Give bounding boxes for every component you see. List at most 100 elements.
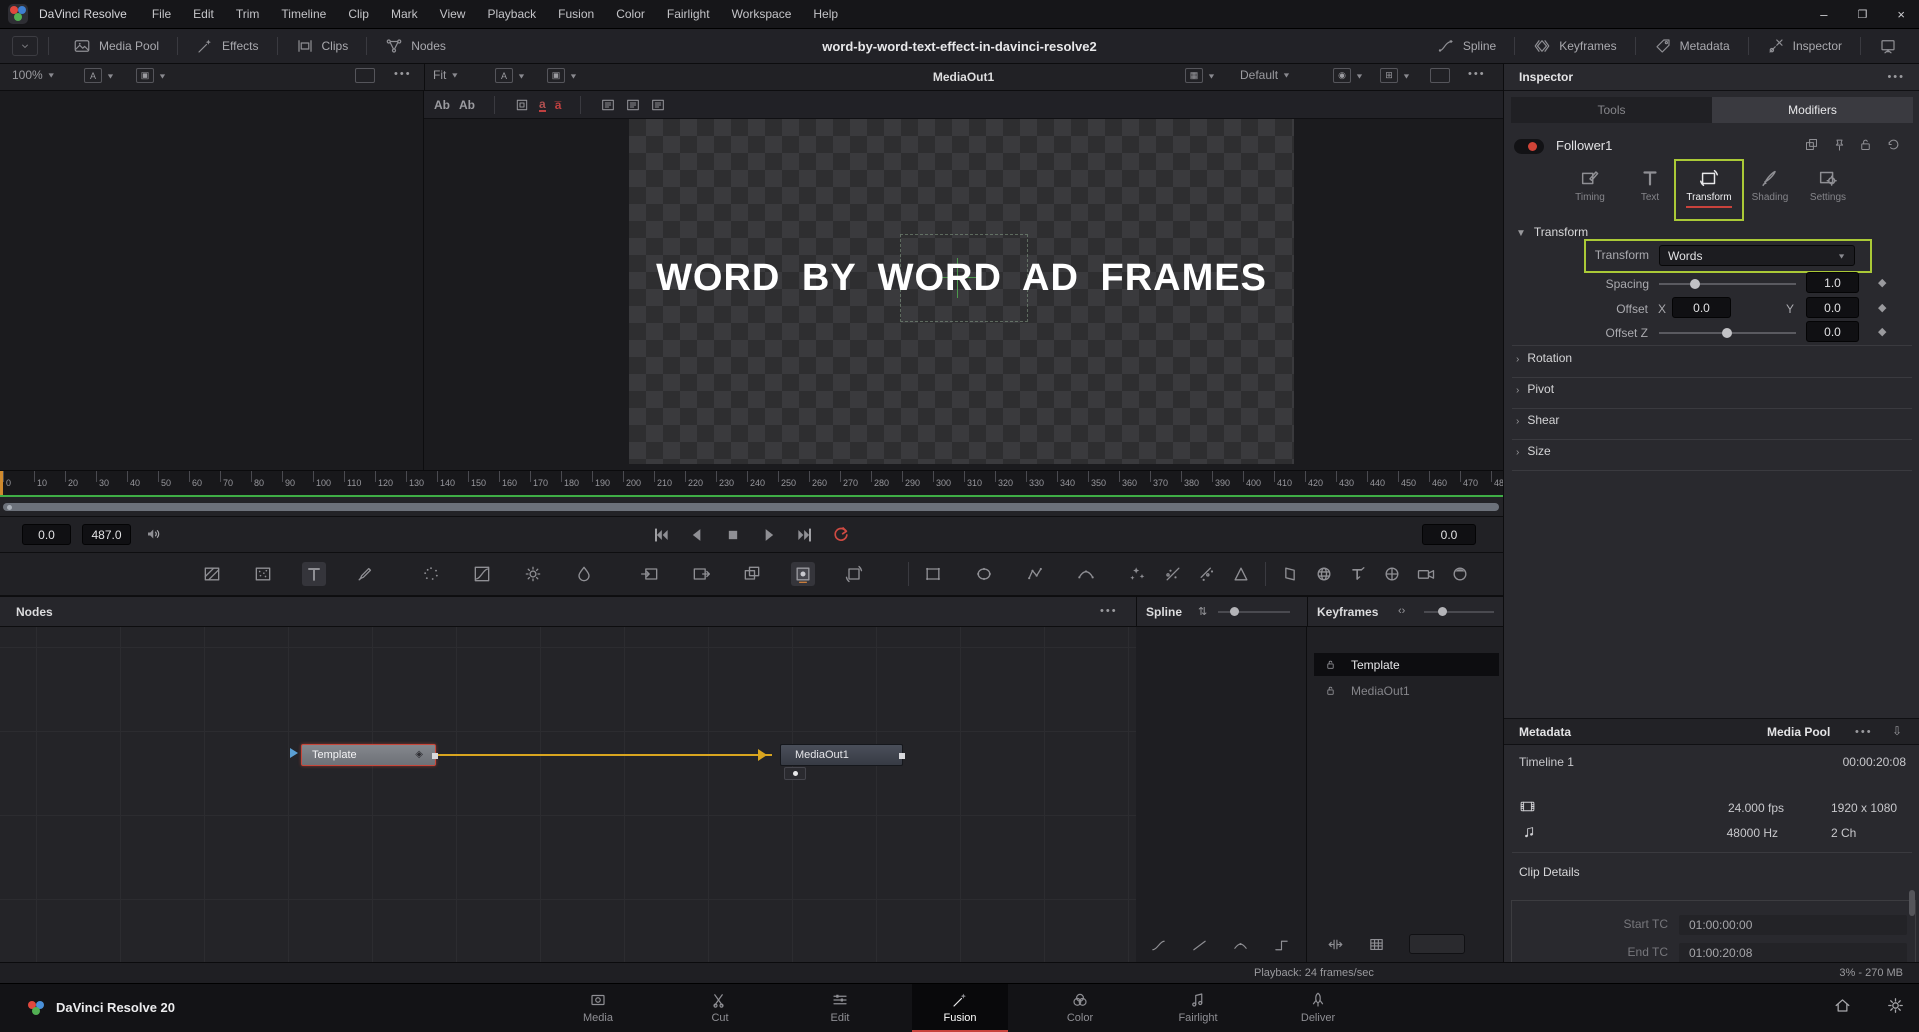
- pin-icon[interactable]: [1832, 137, 1847, 152]
- spacing-slider[interactable]: [1659, 279, 1796, 289]
- tool-polygon-mask[interactable]: [1023, 562, 1047, 586]
- menu-file[interactable]: File: [141, 0, 182, 29]
- maximize-button[interactable]: ❐: [1858, 8, 1868, 21]
- viewer-canvas[interactable]: WORD BY WORD AD FRAMES: [629, 119, 1294, 464]
- tool-blur[interactable]: [572, 562, 596, 586]
- left-viewer-zoom-select[interactable]: 100% ▼: [12, 68, 56, 82]
- tool-merge[interactable]: [740, 562, 764, 586]
- tool-shape-3d[interactable]: [1312, 562, 1336, 586]
- page-tab-fusion[interactable]: Fusion: [912, 984, 1008, 1032]
- char-red-button[interactable]: a̅: [555, 98, 562, 112]
- timeline-ruler[interactable]: 0 10 20 30 40 50 60 70 80 90 100 110 120 130 140 150 160…: [0, 470, 1509, 496]
- left-viewer-pane[interactable]: [0, 91, 424, 470]
- tool-bspline-mask[interactable]: [1074, 562, 1098, 586]
- text-style-ab-button[interactable]: Ab: [434, 98, 450, 112]
- close-button[interactable]: ×: [1897, 7, 1905, 22]
- tool-renderer-3d[interactable]: [1448, 562, 1472, 586]
- play-button[interactable]: [756, 522, 782, 548]
- menu-trim[interactable]: Trim: [225, 0, 271, 29]
- tool-rectangle-mask[interactable]: [921, 562, 945, 586]
- start-tc-field[interactable]: 01:00:00:00: [1679, 915, 1907, 935]
- frame-button[interactable]: [514, 97, 530, 113]
- spline-zoom-slider[interactable]: [1218, 611, 1290, 613]
- spline-panel[interactable]: [1136, 627, 1307, 962]
- tool-loader[interactable]: [638, 562, 662, 586]
- text-style-ab-button[interactable]: Ab: [459, 98, 475, 112]
- keyframes-spread-button[interactable]: [1327, 936, 1344, 953]
- tool-transform[interactable]: [842, 562, 866, 586]
- left-viewer-buffer-button[interactable]: ▣ ▼: [136, 68, 167, 83]
- settings-gear-icon[interactable]: [1886, 996, 1905, 1015]
- menu-help[interactable]: Help: [802, 0, 849, 29]
- spline-sort-icon[interactable]: ⇅: [1198, 605, 1207, 618]
- indent-center-button[interactable]: [625, 97, 641, 113]
- node-connection-wire[interactable]: [438, 754, 772, 756]
- toolbar-clips-button[interactable]: Clips: [288, 33, 357, 59]
- toolbar-keyframes-button[interactable]: Keyframes: [1525, 33, 1624, 59]
- toolbar-media-pool-button[interactable]: Media Pool: [65, 33, 167, 59]
- keyframes-fit-icon[interactable]: ‹›: [1398, 605, 1405, 617]
- page-tab-edit[interactable]: Edit: [792, 984, 888, 1030]
- left-viewer-channel-button[interactable]: A ▼: [84, 68, 115, 83]
- inspector-tab-modifiers[interactable]: Modifiers: [1712, 97, 1913, 123]
- tool-camera-3d[interactable]: [1414, 562, 1438, 586]
- spacing-keyframe-button[interactable]: ◆: [1878, 276, 1886, 289]
- tool-delta-keyer[interactable]: [1229, 562, 1253, 586]
- offset-z-field[interactable]: 0.0: [1806, 321, 1859, 342]
- metadata-sort-icon[interactable]: ⇩: [1892, 724, 1902, 738]
- menu-view[interactable]: View: [429, 0, 477, 29]
- menu-mark[interactable]: Mark: [380, 0, 429, 29]
- app-menu[interactable]: DaVinci Resolve: [39, 7, 127, 21]
- keyframes-table-button[interactable]: [1368, 936, 1385, 953]
- page-tab-deliver[interactable]: Deliver: [1270, 984, 1366, 1030]
- menu-color[interactable]: Color: [605, 0, 656, 29]
- section-rotation[interactable]: › Rotation: [1516, 351, 1572, 365]
- timeline-scrollbar[interactable]: [3, 503, 1499, 511]
- tool-background[interactable]: [200, 562, 224, 586]
- menu-workspace[interactable]: Workspace: [721, 0, 803, 29]
- mediaout-output-connector[interactable]: [899, 753, 905, 759]
- tool-magic-mask[interactable]: [1125, 562, 1149, 586]
- modifier-tab-timing[interactable]: Timing: [1561, 167, 1619, 203]
- offset-z-keyframe-button[interactable]: ◆: [1878, 325, 1886, 338]
- lock-icon[interactable]: [1324, 684, 1337, 697]
- spacing-value-field[interactable]: 1.0: [1806, 272, 1859, 293]
- nodes-options-button[interactable]: •••: [1100, 605, 1118, 617]
- menu-edit[interactable]: Edit: [182, 0, 225, 29]
- keyframes-filter-input[interactable]: [1409, 934, 1465, 954]
- menu-fairlight[interactable]: Fairlight: [656, 0, 721, 29]
- mute-audio-button[interactable]: [145, 525, 163, 543]
- tool-luma-keyer[interactable]: [1161, 562, 1185, 586]
- node-mediaout1[interactable]: MediaOut1: [780, 744, 905, 766]
- offset-y-field[interactable]: 0.0: [1806, 297, 1859, 318]
- collapse-ui-button[interactable]: [12, 36, 38, 56]
- keyframes-zoom-handle[interactable]: [1438, 607, 1447, 616]
- grid-overlay-button[interactable]: ⊞ ▼: [1380, 68, 1411, 83]
- tool-fast-noise[interactable]: [251, 562, 275, 586]
- section-pivot[interactable]: › Pivot: [1516, 382, 1554, 396]
- skip-back-button[interactable]: [648, 522, 674, 548]
- inspector-tab-tools[interactable]: Tools: [1511, 97, 1712, 123]
- inspector-options-button[interactable]: •••: [1887, 71, 1905, 83]
- toolbar-metadata-button[interactable]: Metadata: [1646, 33, 1738, 59]
- minimize-button[interactable]: –: [1820, 7, 1827, 22]
- tool-saver[interactable]: [689, 562, 713, 586]
- indent-left-button[interactable]: [600, 97, 616, 113]
- roi-button[interactable]: ▦ ▼: [1185, 68, 1216, 83]
- section-size[interactable]: › Size: [1516, 444, 1551, 458]
- modifier-tab-shading[interactable]: Shading: [1741, 167, 1799, 203]
- home-icon[interactable]: [1833, 996, 1852, 1015]
- left-viewer-options-button[interactable]: •••: [394, 68, 412, 80]
- page-tab-cut[interactable]: Cut: [672, 984, 768, 1030]
- toolbar-effects-button[interactable]: Effects: [188, 33, 266, 59]
- section-shear[interactable]: › Shear: [1516, 413, 1559, 427]
- play-reverse-button[interactable]: [684, 522, 710, 548]
- node-input-arrow[interactable]: [290, 748, 298, 758]
- toolbar-inspector-button[interactable]: Inspector: [1759, 33, 1850, 59]
- modifier-tab-transform[interactable]: Transform: [1680, 167, 1738, 208]
- spline-ease-curve-button[interactable]: [1150, 937, 1167, 954]
- tool-paint[interactable]: [353, 562, 377, 586]
- spline-zoom-handle[interactable]: [1230, 607, 1239, 616]
- page-tab-color[interactable]: Color: [1032, 984, 1128, 1030]
- right-viewer-expand-button[interactable]: [1430, 68, 1450, 83]
